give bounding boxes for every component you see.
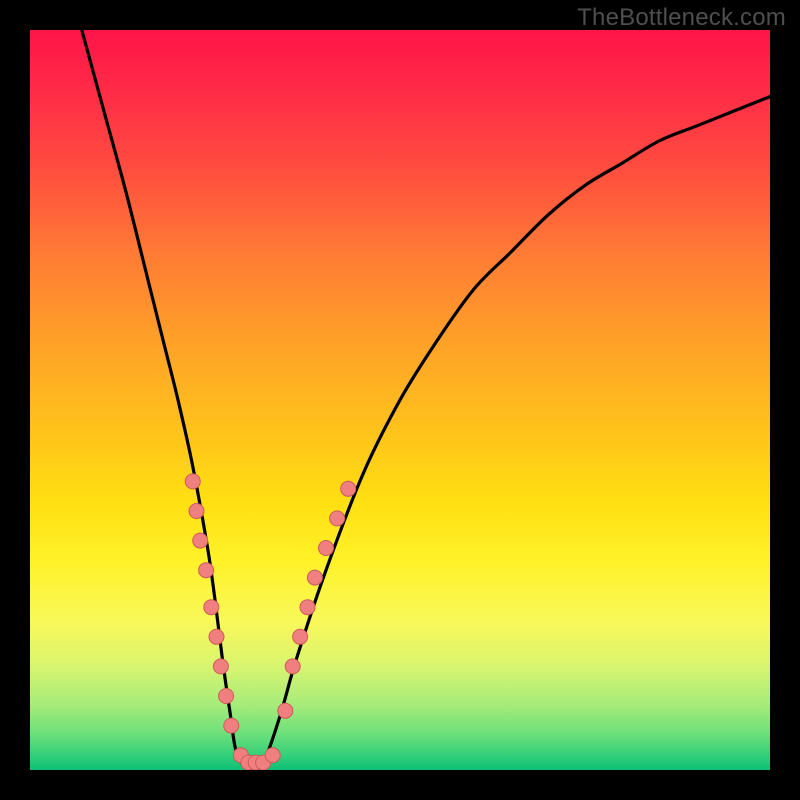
data-marker (213, 659, 228, 674)
data-marker (224, 718, 239, 733)
data-marker (209, 629, 224, 644)
data-marker (265, 748, 280, 763)
data-marker (204, 600, 219, 615)
data-marker (285, 659, 300, 674)
curve-layer (30, 30, 770, 770)
data-marker (219, 689, 234, 704)
data-marker (193, 533, 208, 548)
bottleneck-curve (82, 30, 770, 770)
watermark-text: TheBottleneck.com (577, 4, 786, 32)
data-marker (185, 474, 200, 489)
data-marker (330, 511, 345, 526)
plot-area (30, 30, 770, 770)
data-marker (307, 570, 322, 585)
data-marker (293, 629, 308, 644)
data-marker (199, 563, 214, 578)
chart-frame: TheBottleneck.com (0, 0, 800, 800)
data-marker (189, 504, 204, 519)
data-marker (319, 541, 334, 556)
marker-layer (185, 474, 355, 770)
data-marker (300, 600, 315, 615)
data-marker (278, 703, 293, 718)
data-marker (341, 481, 356, 496)
